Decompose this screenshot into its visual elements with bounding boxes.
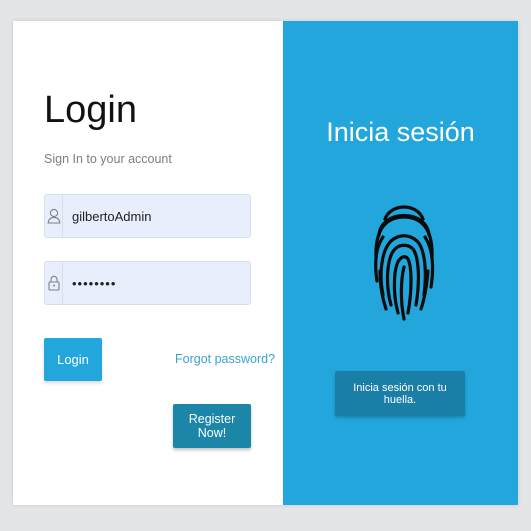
- fingerprint-icon: [374, 205, 435, 321]
- page-title: Login: [44, 89, 137, 131]
- register-button[interactable]: Register Now!: [173, 404, 251, 448]
- username-input[interactable]: [63, 194, 250, 238]
- fingerprint-panel-title: Inicia sesión: [326, 117, 475, 147]
- page-subtitle: Sign In to your account: [44, 152, 172, 166]
- password-input[interactable]: [63, 261, 250, 305]
- login-button[interactable]: Login: [44, 338, 102, 381]
- login-card: Login Sign In to your account Login: [13, 21, 518, 505]
- user-icon: [45, 195, 63, 237]
- username-field-group: [44, 194, 251, 238]
- login-panel: Login Sign In to your account Login: [13, 21, 283, 505]
- password-field-group: [44, 261, 251, 305]
- fingerprint-login-button[interactable]: Inicia sesión con tu huella.: [335, 371, 465, 416]
- forgot-password-link[interactable]: Forgot password?: [175, 352, 275, 366]
- lock-icon: [45, 262, 63, 304]
- fingerprint-panel: Inicia sesión Inicia sesión con tu huell…: [283, 21, 518, 505]
